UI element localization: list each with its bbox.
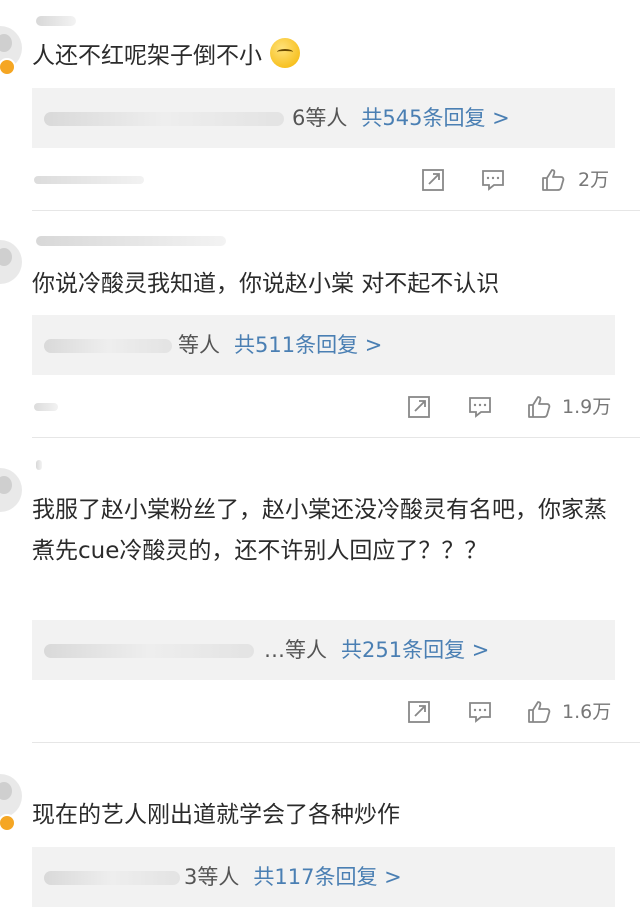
view-replies-link[interactable]: 共511条回复 > [234,333,382,357]
comment-icon[interactable] [467,699,493,725]
divider [32,210,640,211]
replies-preview[interactable]: 3等人 共117条回复 > [32,847,615,907]
comment-text: 人还不红呢架子倒不小 [32,36,620,77]
view-replies-link[interactable]: 共117条回复 > [253,865,401,889]
share-icon[interactable] [420,167,446,193]
comment-actions: 1.6万 [0,694,640,730]
comment-text: 现在的艺人刚出道就学会了各种炒作 [32,802,400,828]
comment-actions: 1.9万 [0,389,640,425]
avatar[interactable] [0,468,22,512]
like-count: 1.9万 [562,396,612,418]
verified-badge-icon [0,58,16,76]
like-count: 1.6万 [562,701,612,723]
avatar[interactable] [0,774,22,818]
comment-icon[interactable] [480,167,506,193]
reply-users-redacted [44,871,180,885]
replies-preview[interactable]: 等人 共511条回复 > [32,315,615,375]
reply-users-suffix: 3等人 [184,865,240,889]
avatar[interactable] [0,240,22,284]
timestamp-redacted [34,176,144,184]
like-icon[interactable] [526,394,552,420]
username-redacted [36,16,76,26]
like-icon[interactable] [526,699,552,725]
reply-users-suffix: 等人 [178,333,220,357]
reply-users-redacted [44,339,172,353]
comment-text: 我服了赵小棠粉丝了，赵小棠还没冷酸灵有名吧，你家蒸煮先cue冷酸灵的，还不许别人… [32,497,607,564]
replies-preview[interactable]: 6等人 共545条回复 > [32,88,615,148]
divider [32,437,640,438]
comment-text: 你说冷酸灵我知道，你说赵小棠 对不起不认识 [32,271,500,297]
like-icon[interactable] [540,167,566,193]
like-count: 2万 [578,169,610,191]
comment-icon[interactable] [467,394,493,420]
reply-users-suffix: …等人 [264,638,327,662]
view-replies-link[interactable]: 共545条回复 > [361,106,509,130]
username-redacted [36,460,42,470]
view-replies-link[interactable]: 共251条回复 > [341,638,489,662]
timestamp-redacted [34,403,58,411]
share-icon[interactable] [406,699,432,725]
share-icon[interactable] [406,394,432,420]
reply-users-redacted [44,644,254,658]
sweat-smile-emoji-icon [270,38,300,68]
verified-badge-icon [0,814,16,832]
reply-users-redacted [44,112,284,126]
reply-users-suffix: 6等人 [292,106,348,130]
comment-actions: 2万 [0,162,640,198]
replies-preview[interactable]: …等人 共251条回复 > [32,620,615,680]
divider [32,742,640,743]
username-redacted [36,236,226,246]
